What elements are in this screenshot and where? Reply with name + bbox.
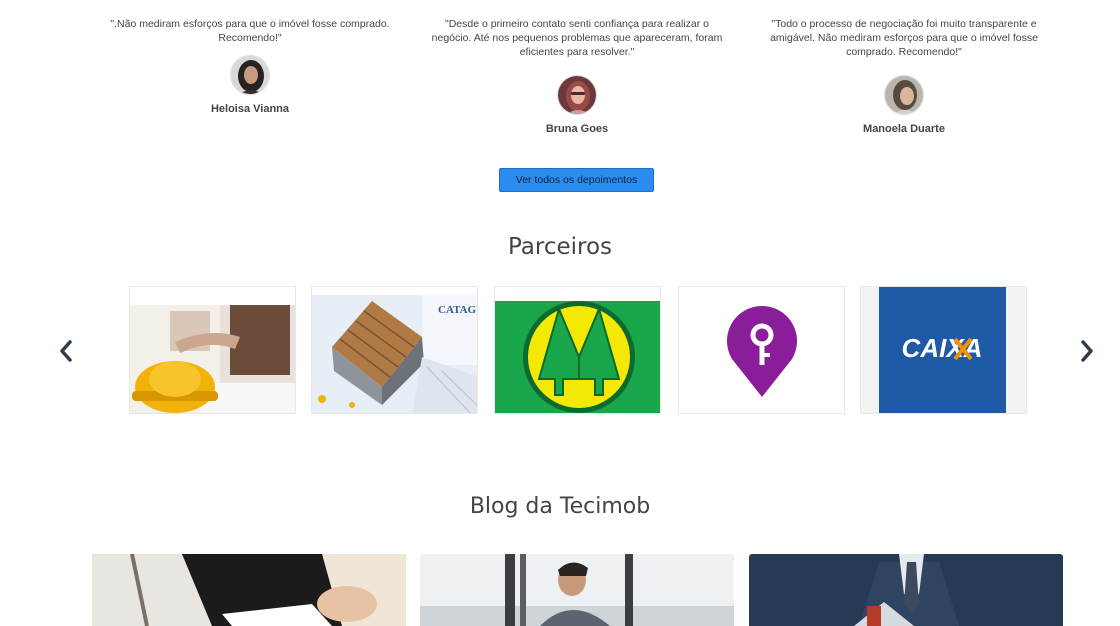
- avatar: [884, 75, 924, 115]
- avatar: [230, 55, 270, 95]
- partner-card[interactable]: [678, 286, 845, 414]
- testimonial-quote: "Todo o processo de negociação foi muito…: [770, 18, 1038, 58]
- testimonial-quote: "Desde o primeiro contato senti confianç…: [431, 18, 723, 58]
- blog-image: [92, 554, 406, 626]
- blog-image: [749, 554, 1063, 626]
- testimonial-name: Bruna Goes: [545, 123, 609, 135]
- blog-card[interactable]: [420, 554, 734, 626]
- all-testimonials-button[interactable]: Ver todos os depoimentos: [499, 168, 654, 192]
- page: ".Não mediram esforços para que o imóvel…: [0, 0, 1120, 626]
- blog-card[interactable]: [749, 554, 1063, 626]
- partners-title: Parceiros: [507, 234, 613, 260]
- partner-caption: CATAGU: [438, 304, 478, 316]
- partner-logo: CAIXA: [861, 287, 1026, 413]
- testimonial-card: "Todo o processo de negociação foi muito…: [756, 17, 1052, 135]
- partner-image: CATAGU: [312, 287, 478, 413]
- avatar: [557, 75, 597, 115]
- testimonial-quote: ".Não mediram esforços para que o imóvel…: [110, 18, 390, 44]
- blog-title: Blog da Tecimob: [469, 494, 651, 519]
- key-pin-icon: [679, 287, 844, 413]
- testimonial-card: "Desde o primeiro contato senti confianç…: [429, 17, 725, 135]
- partner-card[interactable]: [129, 286, 296, 414]
- partner-card[interactable]: [494, 286, 661, 414]
- partner-card[interactable]: CATAGU: [311, 286, 478, 414]
- partner-card[interactable]: CAIXA: [860, 286, 1027, 414]
- testimonial-name: Heloisa Vianna: [210, 103, 290, 115]
- testimonial-name: Manoela Duarte: [863, 123, 945, 135]
- blog-image: [420, 554, 734, 626]
- blog-card[interactable]: [92, 554, 406, 626]
- partner-image: [130, 287, 295, 413]
- chevron-right-icon[interactable]: [1075, 336, 1099, 366]
- testimonial-card: ".Não mediram esforços para que o imóvel…: [96, 17, 404, 115]
- partner-logo: [495, 287, 660, 413]
- chevron-left-icon[interactable]: [54, 336, 78, 366]
